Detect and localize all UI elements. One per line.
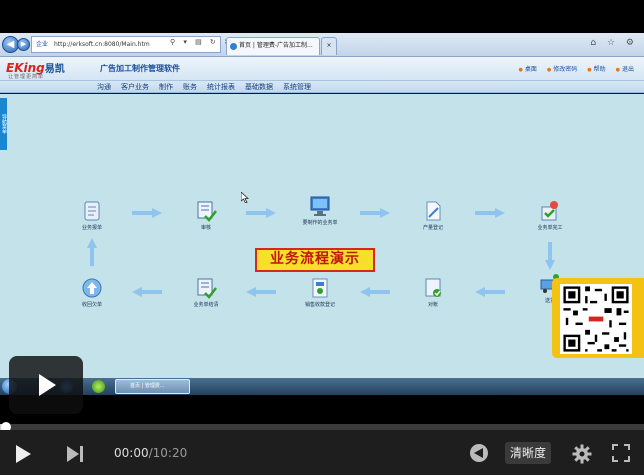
menu-item-system[interactable]: 系统管理 bbox=[283, 82, 311, 92]
logo-slogan: 让管理更简单 bbox=[8, 74, 45, 80]
big-play-button[interactable] bbox=[9, 356, 83, 414]
checklist-icon bbox=[197, 201, 217, 222]
browser-toolbar: ◀ ▶ 企业 http://erksoft.cn:8080/Main.htm ⚲… bbox=[0, 33, 644, 57]
menu-bar: 沟通 客户业务 制作 账务 统计报表 基础数据 系统管理 bbox=[0, 81, 644, 93]
player-controls: 00:00/10:20 清晰度 bbox=[0, 430, 644, 475]
address-tools-icon[interactable]: ⚲ ▾ ▤ ↻ ✕ bbox=[170, 38, 233, 46]
node-output-registration[interactable]: 产量登记 bbox=[403, 199, 463, 231]
qr-code-icon bbox=[560, 284, 632, 354]
arrow-down-icon bbox=[545, 242, 555, 270]
change-password-link[interactable]: 修改密码 bbox=[547, 64, 577, 73]
menu-item-reports[interactable]: 统计报表 bbox=[207, 82, 235, 92]
settings-gear-icon[interactable] bbox=[572, 444, 592, 464]
node-recover-orders[interactable]: 收回欠单 bbox=[62, 276, 122, 308]
current-time: 00:00 bbox=[114, 446, 149, 460]
arrow-right-icon bbox=[475, 208, 505, 218]
arrow-left-icon bbox=[246, 287, 276, 297]
node-business-order[interactable]: 业务报单 bbox=[62, 199, 122, 231]
desktop-link[interactable]: 桌面 bbox=[518, 64, 537, 73]
quality-button[interactable]: 清晰度 bbox=[505, 442, 551, 464]
workflow-demo-title: 业务流程演示 bbox=[255, 248, 375, 272]
forward-icon[interactable]: ▶ bbox=[17, 38, 30, 51]
workflow-canvas: 导航菜单 业务报单 审核 要制作的业务单 产量登记 业务单完工 收回欠单 业务单… bbox=[0, 94, 644, 378]
node-reconcile[interactable]: 对帐 bbox=[403, 276, 463, 308]
os-taskbar: 首页 | 管理费... bbox=[0, 378, 644, 395]
menu-item-accounts[interactable]: 账务 bbox=[183, 82, 197, 92]
arrow-up-icon bbox=[87, 238, 97, 266]
time-display: 00:00/10:20 bbox=[114, 446, 187, 460]
node-order-settlement[interactable]: 业务单结清 bbox=[176, 276, 236, 308]
mouse-cursor-icon bbox=[241, 192, 249, 203]
menu-item-communication[interactable]: 沟通 bbox=[97, 82, 111, 92]
help-link[interactable]: 帮助 bbox=[587, 64, 606, 73]
arrow-left-icon bbox=[475, 287, 505, 297]
app-header: EKing易凯 让管理更简单 广告加工制作管理软件 桌面 修改密码 帮助 退出 bbox=[0, 57, 644, 81]
node-production-order[interactable]: 要制作的业务单 bbox=[290, 194, 350, 226]
arrow-left-icon bbox=[132, 287, 162, 297]
reconcile-icon bbox=[425, 278, 441, 297]
address-zone: 企业 bbox=[36, 41, 49, 48]
node-review[interactable]: 审核 bbox=[176, 199, 236, 231]
monitor-icon bbox=[310, 196, 330, 216]
menu-item-base-data[interactable]: 基础数据 bbox=[245, 82, 273, 92]
node-order-complete[interactable]: 业务单完工 bbox=[520, 199, 580, 231]
arrow-up-icon bbox=[82, 278, 102, 298]
app-header-links: 桌面 修改密码 帮助 退出 bbox=[518, 64, 634, 73]
scroll-icon bbox=[84, 201, 100, 221]
browser-tab-active[interactable]: 首页 | 管理费-广告加工制... bbox=[226, 37, 320, 55]
window-tools-icon[interactable]: ⌂ ☆ ⚙ bbox=[590, 38, 638, 48]
video-player: ◀ ▶ 企业 http://erksoft.cn:8080/Main.htm ⚲… bbox=[0, 0, 644, 475]
next-icon[interactable] bbox=[67, 446, 87, 462]
arrow-right-icon bbox=[360, 208, 390, 218]
menu-item-customer-business[interactable]: 客户业务 bbox=[121, 82, 149, 92]
qr-code-panel bbox=[552, 278, 644, 358]
document-icon bbox=[426, 201, 441, 221]
video-frame[interactable]: ◀ ▶ 企业 http://erksoft.cn:8080/Main.htm ⚲… bbox=[0, 33, 644, 395]
node-sales-receipt[interactable]: 销售收款登记 bbox=[290, 276, 350, 308]
total-time: /10:20 bbox=[148, 446, 188, 460]
taskbar-window-button[interactable]: 首页 | 管理费... bbox=[115, 379, 190, 394]
logo-cn: 易凯 bbox=[44, 64, 65, 75]
arrow-right-icon bbox=[246, 208, 276, 218]
fullscreen-icon[interactable] bbox=[612, 444, 630, 462]
side-nav-tab[interactable]: 导航菜单 bbox=[0, 98, 7, 150]
arrow-left-icon bbox=[360, 287, 390, 297]
logout-link[interactable]: 退出 bbox=[616, 64, 634, 73]
menu-item-production[interactable]: 制作 bbox=[159, 82, 173, 92]
app-title: 广告加工制作管理软件 bbox=[100, 64, 180, 73]
play-icon[interactable] bbox=[16, 445, 31, 463]
cash-icon bbox=[312, 278, 328, 298]
logo: EKing易凯 让管理更简单 bbox=[6, 60, 78, 80]
app-taskbar-icon[interactable] bbox=[92, 380, 105, 393]
browser-tab-close[interactable]: × bbox=[321, 37, 337, 55]
arrow-right-icon bbox=[132, 208, 162, 218]
tools-icon bbox=[541, 201, 558, 221]
checklist-icon bbox=[197, 278, 217, 299]
volume-icon[interactable] bbox=[470, 444, 488, 462]
address-url: http://erksoft.cn:8080/Main.htm bbox=[53, 41, 150, 48]
